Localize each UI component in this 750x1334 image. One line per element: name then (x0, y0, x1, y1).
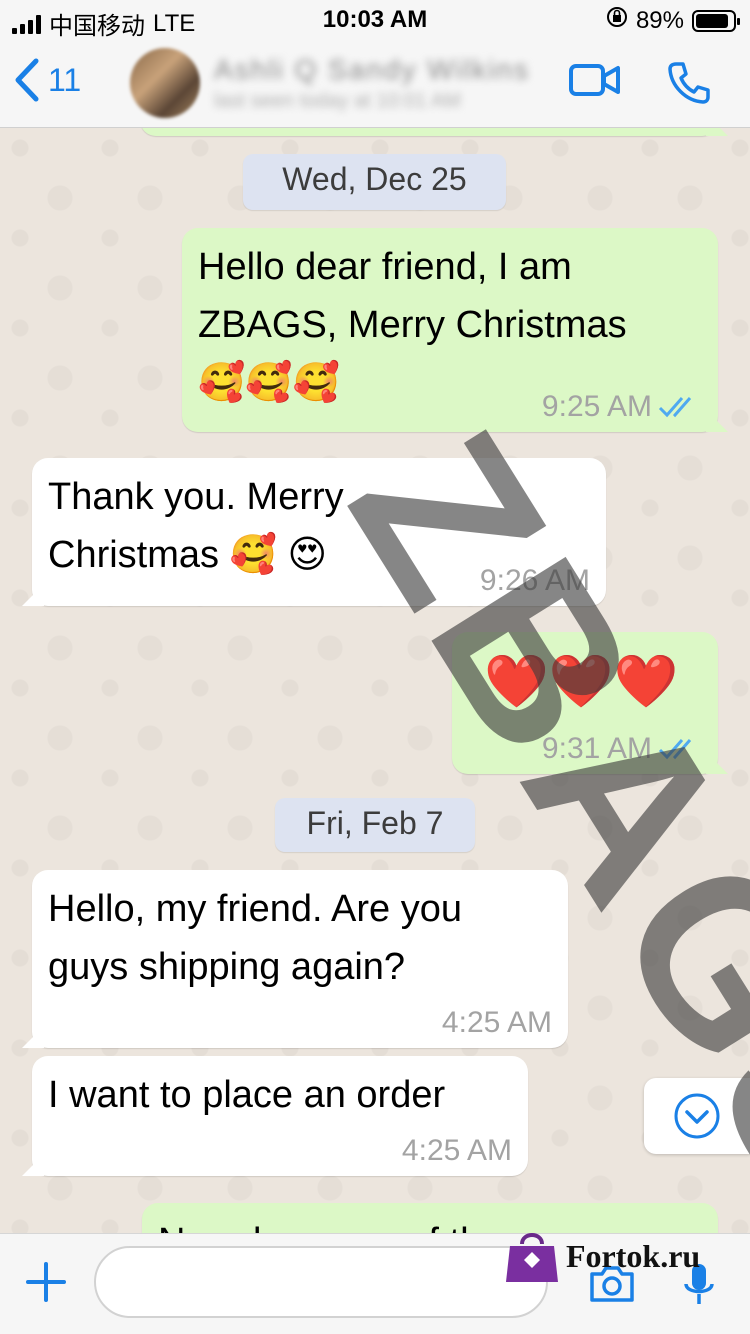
message-bubble-incoming[interactable]: Thank you. Merry Christmas 🥰 😍 9:26 AM (32, 458, 606, 606)
back-button[interactable]: 11 (14, 58, 81, 102)
message-text-line: Hello, my friend. Are you (48, 888, 462, 930)
message-bubble-outgoing[interactable]: Hello dear friend, I am ZBAGS, Merry Chr… (182, 228, 718, 432)
message-meta: 9:31 AM (542, 734, 702, 764)
phone-icon (668, 62, 710, 104)
scroll-to-bottom-button[interactable] (644, 1078, 750, 1154)
brand-watermark: Fortok.ru (504, 1226, 700, 1286)
double-check-icon (658, 739, 692, 760)
attach-button[interactable] (24, 1260, 68, 1309)
chat-header: 11 Ashli Q Sandy Wilkins last seen today… (0, 40, 750, 128)
message-meta: 9:25 AM (542, 392, 702, 422)
voice-call-button[interactable] (666, 60, 712, 111)
battery-fill (696, 13, 729, 28)
status-bar: 中国移动 LTE 10:03 AM 89% (0, 0, 750, 40)
video-camera-icon (569, 64, 620, 96)
date-separator: Wed, Dec 25 (243, 154, 506, 210)
message-time: 9:26 AM (479, 564, 590, 597)
status-right: 89% (606, 6, 740, 35)
date-separator: Fri, Feb 7 (275, 798, 475, 852)
message-meta: 9:26 AM (480, 566, 590, 596)
message-meta: 4:25 AM (442, 1008, 552, 1038)
message-time: 9:31 AM (541, 732, 652, 765)
chevron-left-icon (15, 58, 39, 102)
chevron-down-circle-icon (674, 1093, 720, 1139)
message-input[interactable] (94, 1246, 548, 1318)
message-text-line: Thank you. Merry (48, 476, 344, 518)
message-time: 9:25 AM (541, 390, 652, 423)
battery-icon (692, 9, 740, 32)
message-meta: 4:25 AM (402, 1136, 512, 1166)
message-emoji: ❤️❤️❤️ (484, 653, 679, 711)
message-time: 4:25 AM (441, 1006, 552, 1039)
message-time: 4:25 AM (401, 1134, 512, 1167)
message-text-line: guys shipping again? (48, 946, 406, 988)
unread-count: 11 (48, 61, 82, 98)
message-bubble-incoming[interactable]: Hello, my friend. Are you guys shipping … (32, 870, 568, 1048)
battery-percent: 89% (635, 6, 684, 34)
shopping-bag-logo-icon (506, 1233, 558, 1282)
chat-area[interactable]: Wed, Dec 25 Hello dear friend, I am ZBAG… (0, 128, 750, 1233)
message-text-line: ZBAGS, Merry Christmas (198, 304, 627, 346)
message-text-line: I want to place an order (48, 1074, 446, 1116)
brand-label: Fortok.ru (566, 1237, 701, 1274)
message-bubble-partial-top[interactable] (140, 128, 718, 136)
avatar[interactable] (130, 48, 200, 118)
rotation-lock-icon (606, 6, 628, 35)
plus-icon (26, 1262, 66, 1302)
contact-status: last seen today at 10:01 AM (214, 90, 461, 112)
message-text-line: Hello dear friend, I am (198, 246, 572, 288)
double-check-icon (658, 397, 692, 418)
contact-name[interactable]: Ashli Q Sandy Wilkins (214, 54, 530, 86)
message-bubble-incoming[interactable]: I want to place an order 4:25 AM (32, 1056, 528, 1176)
video-call-button[interactable] (568, 60, 622, 105)
message-bubble-outgoing[interactable]: ❤️❤️❤️ 9:31 AM (452, 632, 718, 774)
